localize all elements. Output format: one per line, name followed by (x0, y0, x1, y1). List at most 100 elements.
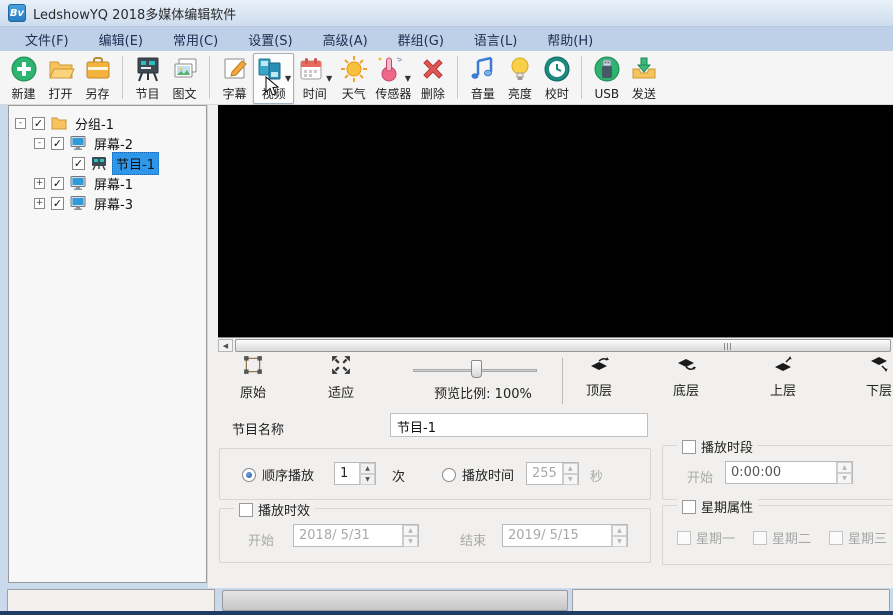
tree-node-label[interactable]: 分组-1 (72, 113, 117, 134)
menu-language[interactable]: 语言(L) (459, 27, 532, 52)
menu-common[interactable]: 常用(C) (158, 27, 233, 52)
brightness-button[interactable]: 亮度 (501, 53, 538, 104)
original-size-button[interactable]: 原始 (240, 355, 266, 401)
scroll-left-button[interactable]: ◀ (218, 339, 233, 352)
spin-down-icon[interactable]: ▼ (837, 473, 852, 484)
tree-node-label[interactable]: 屏幕-2 (91, 133, 136, 154)
tree-checkbox[interactable]: ✓ (32, 117, 45, 130)
volume-button[interactable]: 音量 (464, 53, 501, 104)
status-cell-right (572, 589, 890, 612)
monday-checkbox[interactable] (677, 531, 691, 545)
down-layer-button[interactable]: 下层 (866, 355, 892, 399)
spin-down-icon[interactable]: ▼ (360, 474, 375, 485)
new-icon (10, 55, 38, 87)
preview-h-scrollbar[interactable]: ◀ (218, 337, 893, 352)
wednesday-checkbox-item[interactable]: 星期三 (829, 528, 887, 547)
time-sync-button[interactable]: 校时 (538, 53, 575, 104)
video-dropdown-icon[interactable]: ▼ (285, 74, 291, 87)
menu-help[interactable]: 帮助(H) (532, 27, 608, 52)
menu-settings[interactable]: 设置(S) (233, 27, 307, 52)
tree-checkbox[interactable]: ✓ (51, 137, 64, 150)
new-button[interactable]: 新建 (5, 53, 42, 104)
expand-expander-icon[interactable]: + (34, 178, 45, 189)
subtitle-button[interactable]: 字幕 (216, 53, 253, 104)
spin-up-icon[interactable]: ▲ (403, 525, 418, 536)
program-name-input[interactable]: 节目-1 (390, 413, 648, 437)
tree-checkbox[interactable]: ✓ (51, 177, 64, 190)
slider-thumb[interactable] (471, 360, 482, 378)
validity-start-spinner[interactable]: 2018/ 5/31▲▼ (293, 524, 419, 547)
menu-file[interactable]: 文件(F) (10, 27, 84, 52)
save-as-button[interactable]: 另存 (79, 53, 116, 104)
validity-end-spinner[interactable]: 2019/ 5/15▲▼ (502, 524, 628, 547)
tree-node-screen-3[interactable]: + ✓ 屏幕-3 (9, 193, 206, 213)
play-count-spinner[interactable]: 1▲▼ (334, 462, 376, 485)
tree-node-label[interactable]: 屏幕-1 (91, 173, 136, 194)
week-checkbox[interactable] (682, 500, 696, 514)
usb-button[interactable]: USB (588, 53, 625, 104)
bottom-layer-icon (675, 355, 697, 380)
delete-button[interactable]: 删除 (414, 53, 451, 104)
radio-off-icon[interactable] (442, 468, 456, 482)
tree-checkbox[interactable]: ✓ (51, 197, 64, 210)
video-icon (256, 55, 284, 87)
tree-node-group-1[interactable]: - ✓ 分组-1 (9, 113, 206, 133)
top-layer-button[interactable]: 顶层 (586, 355, 612, 399)
open-button[interactable]: 打开 (42, 53, 79, 104)
weather-button[interactable]: 天气 (335, 53, 372, 104)
spin-up-icon[interactable]: ▲ (612, 525, 627, 536)
radio-on-icon[interactable] (242, 468, 256, 482)
send-button[interactable]: 发送 (625, 53, 662, 104)
tree-checkbox[interactable]: ✓ (72, 157, 85, 170)
period-start-value[interactable]: 0:00:00 (726, 462, 836, 483)
play-seconds-value[interactable]: 255 (527, 463, 562, 484)
validity-checkbox[interactable] (239, 503, 253, 517)
tuesday-checkbox[interactable] (753, 531, 767, 545)
play-seconds-spinner[interactable]: 255▲▼ (526, 462, 579, 485)
fit-button[interactable]: 适应 (328, 355, 354, 401)
spin-down-icon[interactable]: ▼ (612, 536, 627, 547)
spin-down-icon[interactable]: ▼ (403, 536, 418, 547)
tree-node-label[interactable]: 屏幕-3 (91, 193, 136, 214)
validity-start-value[interactable]: 2018/ 5/31 (294, 525, 402, 546)
sensor-dropdown-icon[interactable]: ▼ (405, 74, 411, 87)
menu-group[interactable]: 群组(G) (383, 27, 459, 52)
preview-scale-label: 预览比例: 100% (413, 383, 553, 402)
tree-node-label-selected[interactable]: 节目-1 (112, 152, 159, 175)
expand-expander-icon[interactable]: + (34, 198, 45, 209)
play-period-legend: 播放时段 (677, 437, 758, 456)
led-preview-canvas[interactable] (218, 105, 893, 337)
program-button[interactable]: 节目 (129, 53, 166, 104)
tree-node-screen-2[interactable]: - ✓ 屏幕-2 (9, 133, 206, 153)
tree-node-screen-1[interactable]: + ✓ 屏幕-1 (9, 173, 206, 193)
play-count-value[interactable]: 1 (335, 463, 359, 484)
bottom-layer-button[interactable]: 底层 (673, 355, 699, 399)
wednesday-checkbox[interactable] (829, 531, 843, 545)
monday-checkbox-item[interactable]: 星期一 (677, 528, 735, 547)
menu-edit[interactable]: 编辑(E) (84, 27, 158, 52)
sequential-play-radio[interactable]: 顺序播放 (242, 465, 314, 484)
play-mode-group: 顺序播放 1▲▼ 次 播放时间 255▲▼ 秒 (219, 448, 651, 500)
collapse-expander-icon[interactable]: - (34, 138, 45, 149)
video-button[interactable]: ▼ 视频 (253, 53, 294, 104)
validity-end-value[interactable]: 2019/ 5/15 (503, 525, 611, 546)
play-period-checkbox[interactable] (682, 440, 696, 454)
graphics-text-button[interactable]: 图文 (166, 53, 203, 104)
tuesday-checkbox-item[interactable]: 星期二 (753, 528, 811, 547)
preview-scale-slider[interactable] (413, 357, 537, 372)
menu-advanced[interactable]: 高级(A) (308, 27, 383, 52)
spin-down-icon[interactable]: ▼ (563, 474, 578, 485)
spin-up-icon[interactable]: ▲ (563, 463, 578, 474)
tree-node-program-1[interactable]: ✓ 节目-1 (9, 153, 206, 173)
sensor-button[interactable]: ▼ 传感器 (372, 53, 414, 104)
period-start-spinner[interactable]: 0:00:00▲▼ (725, 461, 853, 484)
spin-up-icon[interactable]: ▲ (837, 462, 852, 473)
time-button[interactable]: ▼ 时间 (294, 53, 335, 104)
time-dropdown-icon[interactable]: ▼ (326, 74, 332, 87)
collapse-expander-icon[interactable]: - (15, 118, 26, 129)
scrollbar-thumb[interactable] (235, 339, 891, 352)
spin-up-icon[interactable]: ▲ (360, 463, 375, 474)
timed-play-radio[interactable]: 播放时间 (442, 465, 514, 484)
bottom-scrollbar-thumb[interactable] (222, 590, 568, 611)
up-layer-button[interactable]: 上层 (770, 355, 796, 399)
